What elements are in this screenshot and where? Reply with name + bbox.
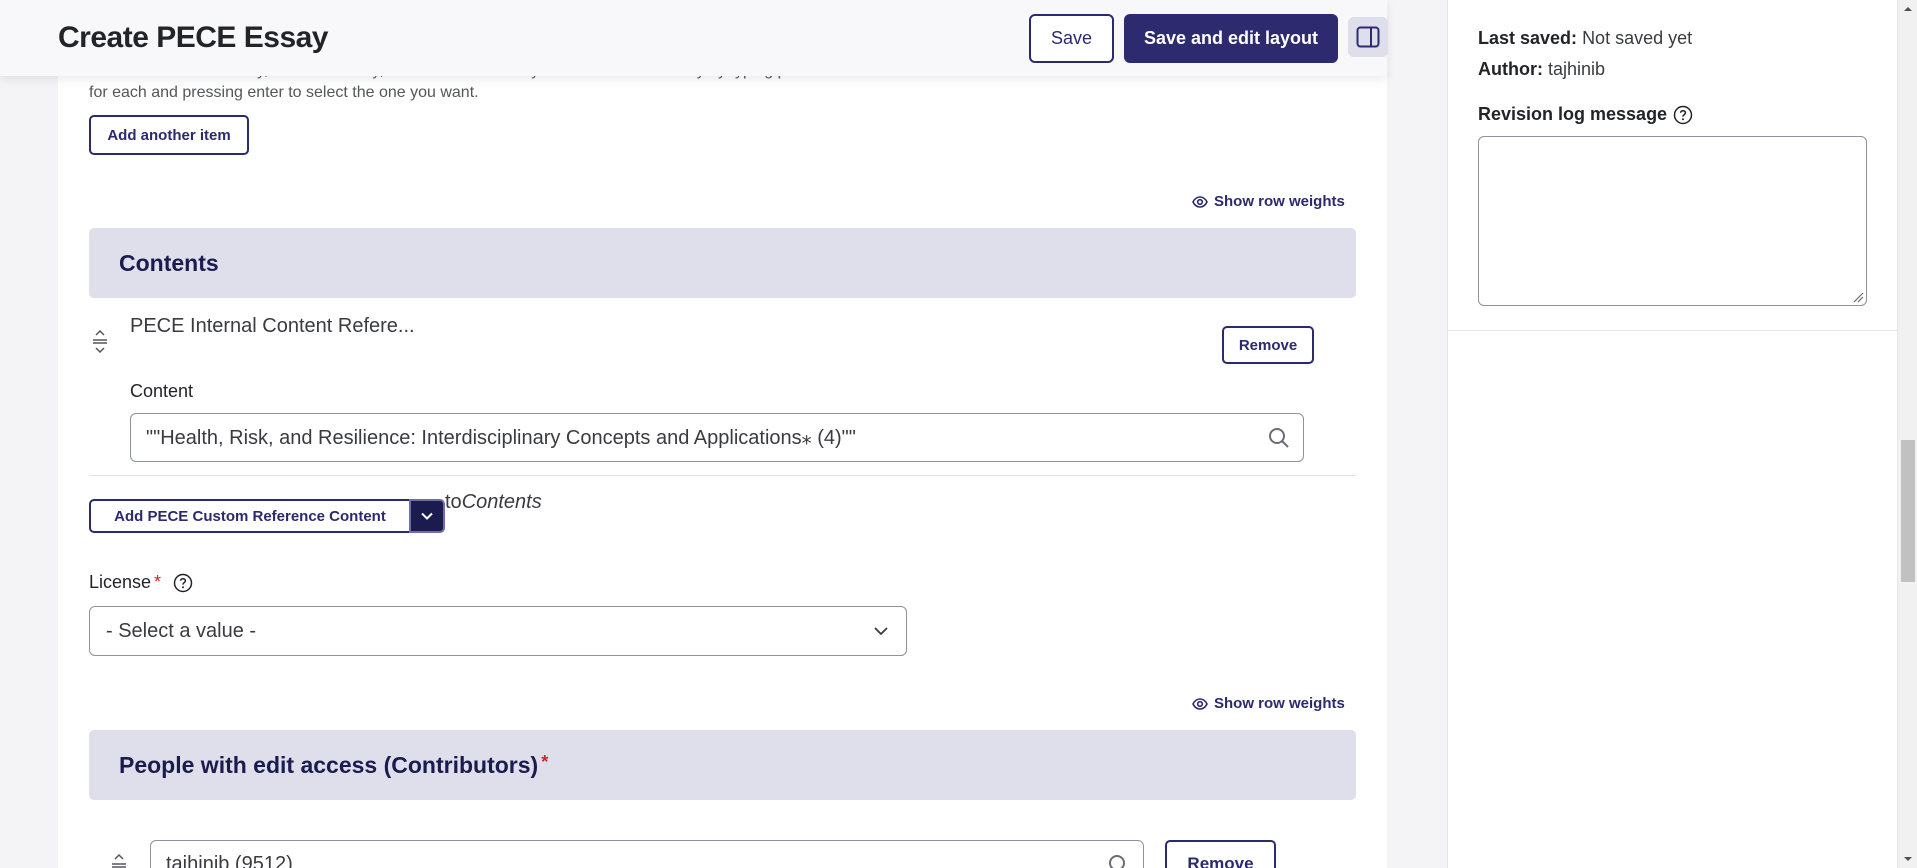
- author-line: Author: tajhinib: [1478, 59, 1605, 80]
- content-autocomplete-input[interactable]: ""Health, Risk, and Resilience: Interdis…: [130, 413, 1304, 462]
- page-scrollbar[interactable]: [1897, 0, 1917, 868]
- required-marker: *: [154, 572, 162, 592]
- show-row-weights-button[interactable]: Show row weights: [1192, 193, 1345, 210]
- contributor-autocomplete-input[interactable]: tajhinib (9512): [150, 840, 1144, 868]
- contributors-title: People with edit access (Contributors) *: [119, 752, 548, 779]
- drag-handle-icon[interactable]: [109, 853, 129, 868]
- divider: [89, 475, 1356, 476]
- scroll-down-arrow-icon[interactable]: [1903, 854, 1913, 864]
- license-label-text: License: [89, 572, 152, 592]
- sidebar-toggle-button[interactable]: [1348, 17, 1388, 57]
- help-icon[interactable]: [173, 573, 193, 593]
- eye-icon: [1192, 195, 1208, 208]
- revision-log-label-text: Revision log message: [1478, 104, 1668, 124]
- to-target: Contents: [461, 491, 542, 513]
- contents-section-header: Contents: [89, 228, 1356, 298]
- license-selected-value: - Select a value -: [106, 619, 257, 642]
- add-custom-reference-split-button: Add PECE Custom Reference Content: [89, 499, 445, 533]
- to-contents-text: toContents: [445, 491, 542, 514]
- revision-log-textarea[interactable]: [1478, 136, 1867, 306]
- scrollbar-thumb[interactable]: [1901, 440, 1915, 582]
- search-icon: [1109, 855, 1125, 868]
- page-title: Create PECE Essay: [58, 21, 329, 54]
- contributor-input-value: tajhinib (9512): [166, 853, 293, 868]
- last-saved-value: Not saved yet: [1582, 28, 1693, 48]
- add-another-item-button[interactable]: Add another item: [89, 115, 249, 155]
- to-word: to: [445, 491, 462, 513]
- contents-title: Contents: [119, 250, 219, 276]
- save-and-edit-layout-button[interactable]: Save and edit layout: [1124, 14, 1338, 63]
- last-saved-line: Last saved: Not saved yet: [1478, 28, 1692, 49]
- show-row-weights-label: Show row weights: [1214, 695, 1345, 712]
- search-icon: [1269, 427, 1289, 448]
- content-field-label: Content: [130, 381, 194, 401]
- resize-grip-icon[interactable]: [1852, 291, 1864, 303]
- contents-item-title: PECE Internal Content Refere...: [130, 315, 415, 337]
- license-select[interactable]: - Select a value -: [89, 606, 907, 656]
- save-button[interactable]: Save: [1029, 14, 1114, 63]
- author-value: tajhinib: [1548, 59, 1606, 79]
- contents-remove-button[interactable]: Remove: [1222, 326, 1314, 364]
- show-row-weights-label: Show row weights: [1214, 193, 1345, 210]
- scroll-up-arrow-icon[interactable]: [1903, 4, 1913, 14]
- revision-log-label: Revision log message: [1478, 104, 1693, 125]
- required-marker: *: [541, 752, 549, 772]
- sidebar-divider: [1448, 330, 1898, 331]
- content-input-value: ""Health, Risk, and Resilience: Interdis…: [146, 427, 856, 449]
- show-row-weights-button[interactable]: Show row weights: [1192, 695, 1345, 712]
- last-saved-label: Last saved:: [1478, 28, 1578, 48]
- author-label: Author:: [1478, 59, 1543, 79]
- chevron-down-icon: [874, 627, 888, 636]
- add-paragraph-dropdown-toggle[interactable]: [409, 499, 445, 533]
- add-custom-reference-button[interactable]: Add PECE Custom Reference Content: [89, 499, 409, 533]
- main-content: Choose the Photo Essay, Timeline Essay, …: [0, 0, 1447, 868]
- contributor-remove-button[interactable]: Remove: [1165, 840, 1276, 868]
- meta-sidebar: Last saved: Not saved yet Author: tajhin…: [1447, 0, 1898, 868]
- sidebar-panel-icon: [1356, 26, 1380, 48]
- chevron-down-icon: [421, 512, 433, 520]
- contributors-section-header: People with edit access (Contributors) *: [89, 730, 1356, 800]
- eye-icon: [1192, 697, 1208, 710]
- contributors-title-text: People with edit access (Contributors): [119, 752, 539, 778]
- drag-handle-icon[interactable]: [90, 329, 110, 353]
- help-icon[interactable]: [1673, 105, 1693, 125]
- page-header: Create PECE Essay Save Save and edit lay…: [0, 0, 1388, 76]
- license-label: License *: [89, 572, 193, 593]
